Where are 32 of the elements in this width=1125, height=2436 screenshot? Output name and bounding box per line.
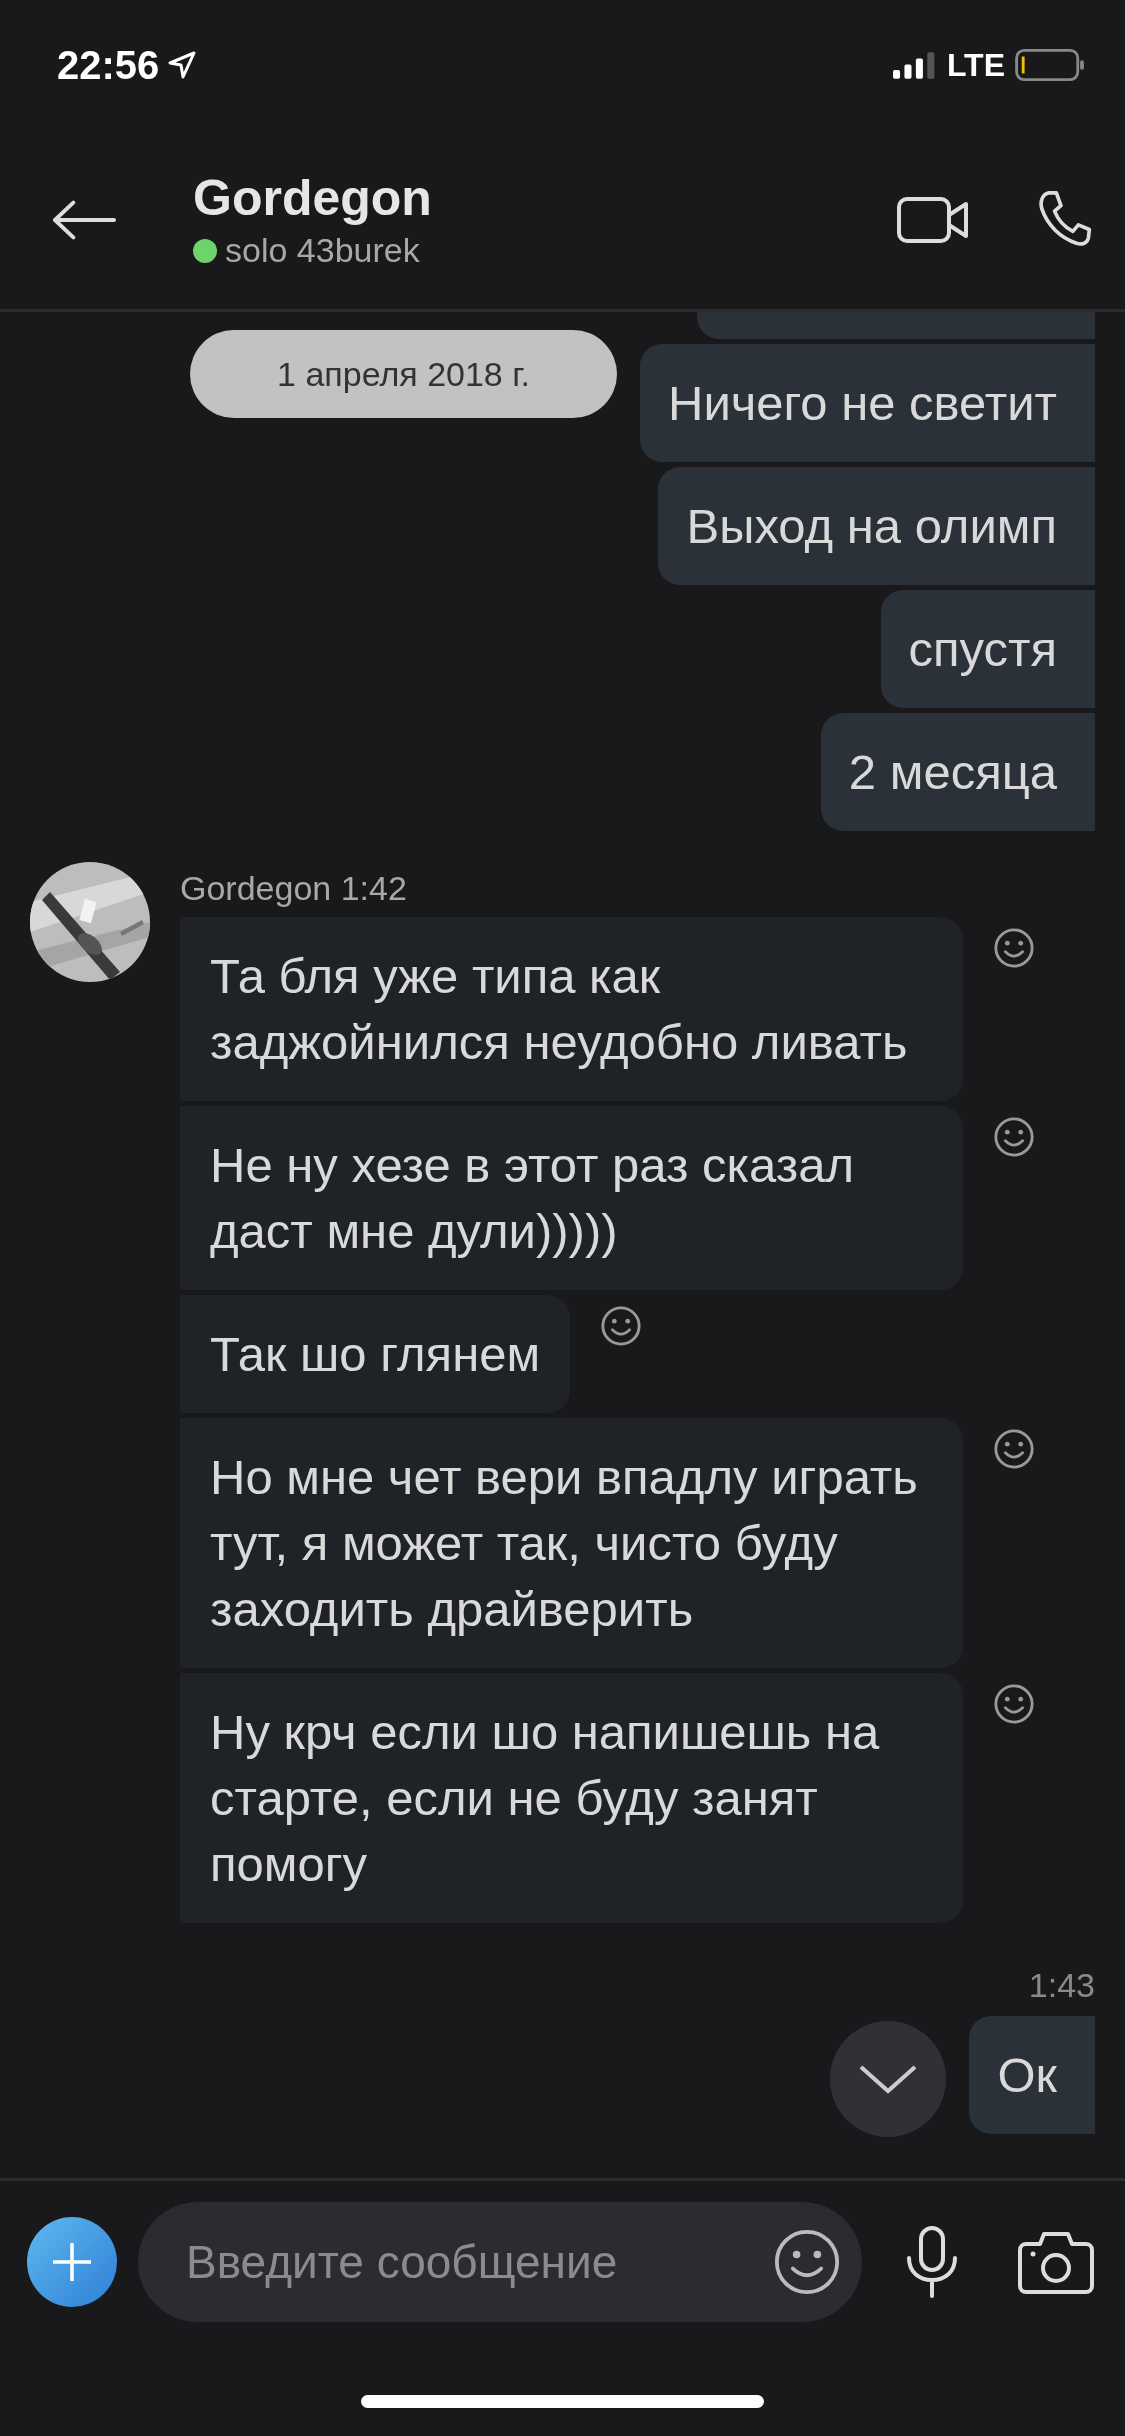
message-bubble: Ничего не светит <box>640 344 1095 462</box>
message-bubble: Но мне чет вери впадлу играть тут, я может так, чисто буду заходить драйверить <box>180 1418 963 1668</box>
message-bubble: Не ну хезе в этот раз сказал даст мне дули))))) <box>180 1106 963 1290</box>
message-time: 1:43 <box>1028 1966 1095 2005</box>
add-reaction-icon[interactable] <box>600 1305 643 1347</box>
video-call-icon[interactable] <box>897 196 969 243</box>
message-bubble: Так шо глянем <box>180 1295 571 1413</box>
sender-name-time: Gordegon 1:42 <box>180 868 408 908</box>
message-input-field[interactable]: Введите сообщение <box>138 2202 862 2322</box>
add-reaction-icon[interactable] <box>993 1116 1035 1158</box>
back-arrow-icon[interactable] <box>52 199 116 240</box>
contact-name: Gordegon <box>193 169 433 227</box>
status-message: solo 43burek <box>225 231 420 270</box>
add-reaction-icon[interactable] <box>993 1683 1035 1725</box>
battery-icon <box>1015 49 1085 81</box>
add-reaction-icon[interactable] <box>993 927 1035 969</box>
message-bubble: Ок <box>969 2016 1095 2134</box>
message-bubble: спустя <box>880 590 1095 708</box>
camera-icon[interactable] <box>1018 2230 1094 2294</box>
message-bubble: Ну крч если шо напишешь на старте, если не буду занят помогу <box>180 1673 963 1923</box>
network-label: LTE <box>946 46 1005 84</box>
location-arrow-icon <box>167 50 198 80</box>
date-label: 1 апреля 2018 г. <box>190 330 617 418</box>
message-bubble: Выход на олимп <box>658 467 1095 585</box>
emoji-icon[interactable] <box>774 2229 840 2295</box>
microphone-icon[interactable] <box>904 2226 960 2298</box>
message-bubble: 2 месяца <box>820 713 1095 831</box>
chevron-down-icon[interactable] <box>858 2064 918 2094</box>
signal-icon <box>892 51 937 79</box>
message-bubble: Та бля уже типа как заджойнился неудобно ливать <box>180 917 963 1101</box>
add-reaction-icon[interactable] <box>993 1428 1035 1470</box>
status-time: 22:56 <box>57 42 160 88</box>
